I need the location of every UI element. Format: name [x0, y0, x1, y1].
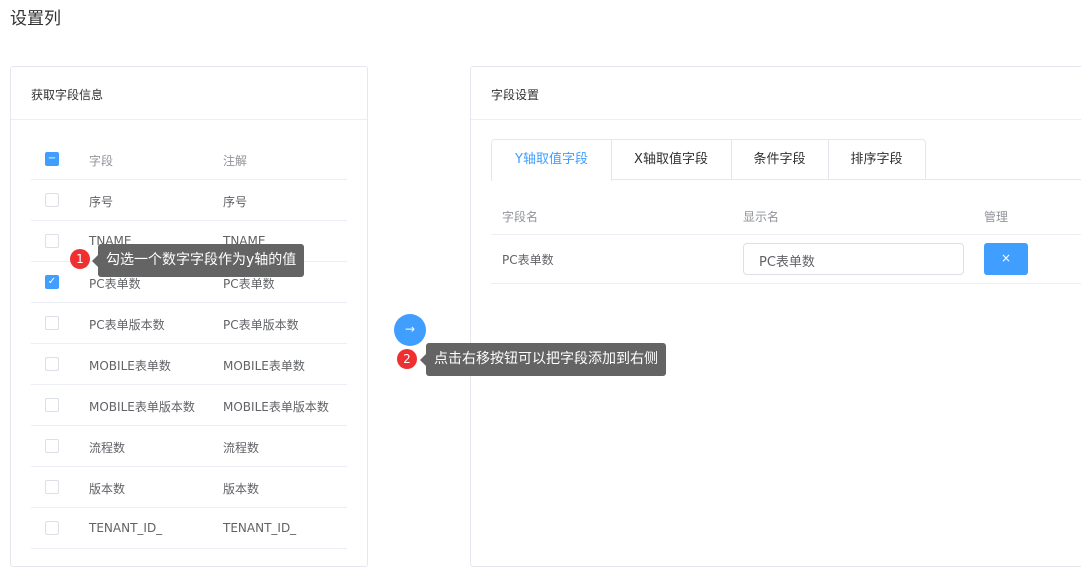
row-checkbox[interactable] — [45, 316, 59, 330]
move-right-button[interactable]: → — [394, 314, 426, 346]
row-checkbox[interactable] — [45, 521, 59, 535]
table-row[interactable]: 流程数 流程数 — [31, 426, 347, 467]
field-note: PC表单版本数 — [223, 318, 299, 332]
field-name: PC表单版本数 — [89, 318, 165, 332]
step-badge-2: 2 — [397, 349, 417, 369]
table-row[interactable]: MOBILE表单数 MOBILE表单数 — [31, 344, 347, 385]
tabs: Y轴取值字段 X轴取值字段 条件字段 排序字段 — [491, 139, 1081, 181]
field-name: PC表单数 — [89, 277, 141, 291]
row-checkbox[interactable] — [45, 193, 59, 207]
field-settings-header: 字段设置 — [471, 67, 1081, 120]
row-checkbox[interactable] — [45, 398, 59, 412]
table-row[interactable]: 版本数 版本数 — [31, 467, 347, 508]
row-checkbox[interactable] — [45, 234, 59, 248]
field-note: PC表单数 — [223, 277, 275, 291]
column-header-field: 字段 — [89, 154, 114, 168]
table-header: 字段名 显示名 管理 — [491, 195, 1081, 235]
display-name-input[interactable]: PC表单数 — [743, 243, 964, 275]
column-header-field-name: 字段名 — [502, 210, 539, 224]
field-note: 流程数 — [223, 441, 260, 455]
row-checkbox[interactable]: ✓ — [45, 275, 59, 289]
field-note: TENANT_ID_ — [223, 521, 297, 535]
selected-fields-table: 字段名 显示名 管理 PC表单数 PC表单数 × — [491, 195, 1081, 284]
row-checkbox[interactable] — [45, 480, 59, 494]
select-all-checkbox[interactable]: − — [45, 152, 59, 166]
field-name: 流程数 — [89, 441, 126, 455]
tooltip-step-2: 点击右移按钮可以把字段添加到右侧 — [420, 343, 666, 376]
field-name: 版本数 — [89, 482, 126, 496]
tooltip-step-1: 勾选一个数字字段作为y轴的值 — [91, 244, 305, 277]
tab-x-axis[interactable]: X轴取值字段 — [611, 139, 732, 180]
field-settings-panel: 字段设置 Y轴取值字段 X轴取值字段 条件字段 排序字段 字段名 显示名 管理 … — [470, 66, 1081, 567]
field-note: 序号 — [223, 195, 248, 209]
column-header-manage: 管理 — [984, 210, 1009, 224]
row-checkbox[interactable] — [45, 357, 59, 371]
field-name: PC表单数 — [502, 253, 554, 267]
field-name: TENANT_ID_ — [89, 521, 163, 535]
field-name: MOBILE表单数 — [89, 359, 171, 373]
column-header-display-name: 显示名 — [743, 210, 780, 224]
field-note: 版本数 — [223, 482, 260, 496]
field-name: MOBILE表单版本数 — [89, 400, 195, 414]
table-header: − 字段 注解 — [31, 139, 347, 180]
column-header-note: 注解 — [223, 154, 248, 168]
row-checkbox[interactable] — [45, 439, 59, 453]
step-badge-1: 1 — [70, 249, 90, 269]
tab-y-axis[interactable]: Y轴取值字段 — [491, 139, 612, 181]
table-row[interactable]: MOBILE表单版本数 MOBILE表单版本数 — [31, 385, 347, 426]
field-info-panel: 获取字段信息 − 字段 注解 序号 序号 TNAME TNAME ✓ PC表单数 … — [10, 66, 368, 567]
field-table: − 字段 注解 序号 序号 TNAME TNAME ✓ PC表单数 PC表单数 P… — [31, 139, 347, 549]
table-row[interactable]: PC表单版本数 PC表单版本数 — [31, 303, 347, 344]
field-info-header: 获取字段信息 — [11, 67, 367, 120]
table-row[interactable]: 序号 序号 — [31, 180, 347, 221]
delete-button[interactable]: × — [984, 243, 1028, 275]
table-row: PC表单数 PC表单数 × — [491, 235, 1081, 284]
page-title: 设置列 — [10, 9, 61, 29]
field-name: 序号 — [89, 195, 114, 209]
tab-condition[interactable]: 条件字段 — [731, 139, 829, 180]
tab-sort[interactable]: 排序字段 — [828, 139, 926, 180]
field-note: MOBILE表单版本数 — [223, 400, 329, 414]
field-note: MOBILE表单数 — [223, 359, 305, 373]
table-row[interactable]: TENANT_ID_ TENANT_ID_ — [31, 508, 347, 549]
